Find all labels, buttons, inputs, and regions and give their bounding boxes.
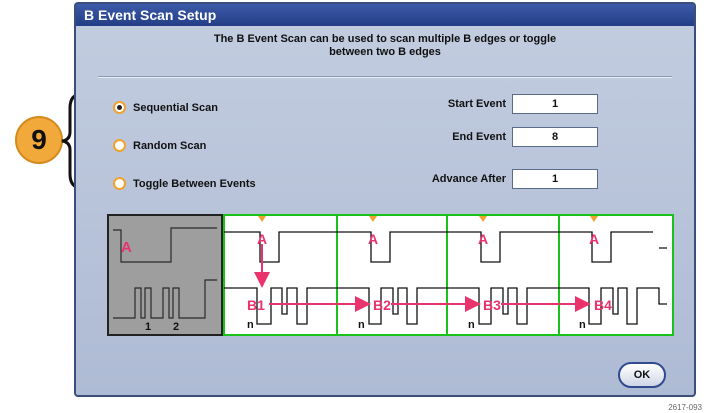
panel-4-n-label: n [579,319,586,331]
radio-button-icon[interactable] [113,101,126,114]
panel-3-a-label: A [478,231,488,247]
description-line-1: The B Event Scan can be used to scan mul… [213,33,557,45]
panel-1-n-label: n [247,319,254,331]
radio-button-icon[interactable] [113,177,126,190]
advance-after-label: Advance After [431,173,506,185]
panel-2-n-label: n [358,319,365,331]
figure-code: 2617-093 [668,403,702,412]
separator [98,76,672,78]
scope-panels: A A A A B1 B2 B3 B4 n n n n [223,214,674,336]
preview-edge-1-label: 1 [145,321,151,333]
panel-4-b-label: B4 [594,297,612,313]
start-event-input[interactable]: 1 [512,94,598,114]
radio-toggle-between-events[interactable]: Toggle Between Events [113,177,256,190]
dialog-title: B Event Scan Setup [76,4,694,26]
advance-after-field: Advance After 1 [432,169,598,189]
radio-label: Sequential Scan [133,101,218,114]
preview-a-label: A [121,239,132,256]
radio-random-scan[interactable]: Random Scan [113,139,206,152]
radio-button-icon[interactable] [113,139,126,152]
panel-2-b-label: B2 [373,297,391,313]
preview-panel: A 1 2 [107,214,223,336]
start-event-label: Start Event [447,98,506,110]
radio-label: Toggle Between Events [133,177,256,190]
panel-4-a-label: A [589,231,599,247]
radio-label: Random Scan [133,139,207,152]
advance-after-input[interactable]: 1 [512,169,598,189]
callout-number: 9 [15,116,63,164]
radio-sequential-scan[interactable]: Sequential Scan [113,101,218,114]
start-event-field: Start Event 1 [448,94,598,114]
end-event-label: End Event [452,131,506,143]
panel-3-b-label: B3 [483,297,501,313]
b-event-scan-dialog: B Event Scan Setup The B Event Scan can … [74,2,696,397]
dialog-description: The B Event Scan can be used to scan mul… [76,33,694,59]
panel-2-a-label: A [368,231,378,247]
end-event-field: End Event 8 [452,127,598,147]
panel-1-b-label: B1 [247,297,265,313]
preview-edge-2-label: 2 [173,321,179,333]
description-line-2: between two B edges [329,46,441,58]
end-event-input[interactable]: 8 [512,127,598,147]
ok-button[interactable]: OK [618,362,666,388]
panel-3-n-label: n [468,319,475,331]
waveform-illustration: A 1 2 A A A A B1 B2 B3 B4 n n n n [107,214,674,336]
